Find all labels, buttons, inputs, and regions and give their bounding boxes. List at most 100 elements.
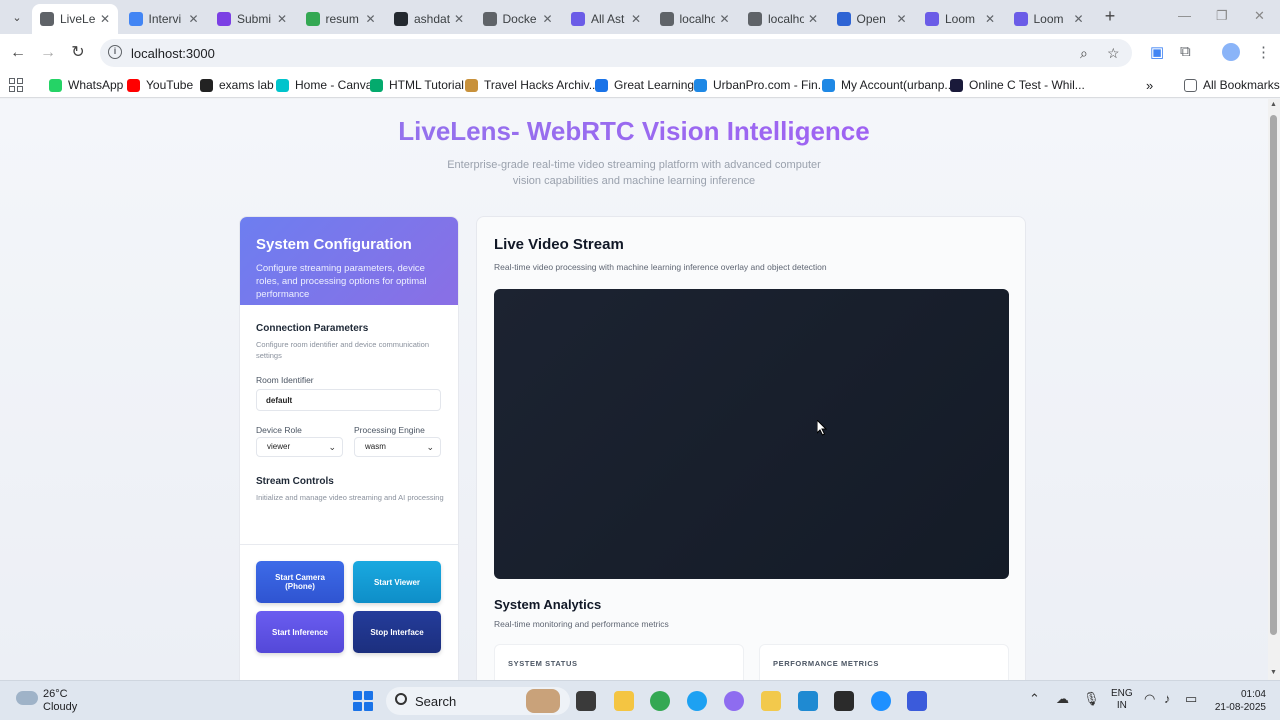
bookmark-item[interactable]: HTML Tutorial (370, 77, 464, 93)
bookmark-item[interactable]: Great Learning (595, 77, 694, 93)
extension-g-icon[interactable]: ▣ (1150, 43, 1164, 61)
browser-tab[interactable]: Docke ✕ (475, 4, 561, 34)
tab-close-icon[interactable]: ✕ (1073, 12, 1083, 26)
room-identifier-input[interactable] (256, 389, 441, 411)
wifi-icon[interactable]: ◠ (1144, 691, 1155, 707)
sticky-notes-icon[interactable] (761, 691, 781, 711)
stop-interface-label: Stop Interface (370, 627, 424, 637)
cloud-icon[interactable] (16, 691, 38, 705)
volume-icon[interactable]: ♪ (1164, 691, 1171, 706)
bookmark-item[interactable]: exams lab (200, 77, 274, 93)
browser-tab[interactable]: LiveLe ✕ (32, 4, 118, 34)
scroll-thumb[interactable] (1270, 115, 1277, 635)
docker-icon[interactable] (871, 691, 891, 711)
profile-avatar[interactable] (1222, 43, 1240, 61)
bookmark-item[interactable]: YouTube (127, 77, 193, 93)
tab-close-icon[interactable]: ✕ (808, 12, 818, 26)
all-bookmarks-button[interactable]: All Bookmarks (1184, 77, 1280, 93)
apps-grid-icon[interactable] (9, 78, 23, 92)
browser-tab[interactable]: Intervi ✕ (121, 4, 207, 34)
tab-favicon-icon (659, 12, 674, 26)
browser-tab[interactable]: Submi ✕ (209, 4, 295, 34)
browser-tab[interactable]: Open ✕ (829, 4, 915, 34)
bookmark-favicon-icon (465, 78, 478, 92)
browser-tab[interactable]: All Ast ✕ (563, 4, 649, 34)
windows-start-icon[interactable] (353, 691, 373, 711)
taskbar-search[interactable]: Search (386, 687, 570, 715)
reload-button[interactable]: ↻ (68, 43, 88, 63)
language-indicator[interactable]: ENG IN (1111, 688, 1133, 712)
microphone-icon[interactable]: 🎙 (1083, 691, 1100, 707)
start-viewer-button[interactable]: Start Viewer (353, 561, 441, 603)
zoom-icon[interactable]: ⌕ (1080, 45, 1088, 62)
system-clock[interactable]: 01:04 21-08-2025 (1212, 688, 1266, 714)
processing-engine-select[interactable]: wasm ⌄ (354, 437, 441, 457)
browser-menu-icon[interactable]: ⋮ (1256, 43, 1271, 61)
bookmark-star-icon[interactable]: ☆ (1107, 45, 1120, 62)
scroll-down-arrow-icon[interactable]: ▼ (1270, 669, 1277, 676)
address-bar[interactable]: i localhost:3000 ⌕ ☆ (100, 39, 1132, 67)
extensions-puzzle-icon[interactable]: ⧉ (1180, 43, 1191, 60)
language-code: ENG (1111, 688, 1133, 699)
vscode-icon[interactable] (798, 691, 818, 711)
tab-close-icon[interactable]: ✕ (188, 12, 198, 26)
scroll-up-arrow-icon[interactable]: ▲ (1270, 101, 1277, 108)
file-explorer-icon[interactable] (614, 691, 634, 711)
stream-controls-title: Stream Controls (256, 476, 334, 487)
back-button[interactable]: ← (8, 43, 28, 63)
new-tab-button[interactable]: + (1100, 6, 1120, 26)
browser-tab[interactable]: Loom ✕ (1006, 4, 1092, 34)
battery-icon[interactable]: ▭ (1185, 691, 1197, 707)
task-view-icon[interactable] (576, 691, 596, 711)
minimize-icon[interactable]: — (1178, 8, 1191, 23)
tab-close-icon[interactable]: ✕ (631, 12, 641, 26)
tab-close-icon[interactable]: ✕ (542, 12, 552, 26)
tab-close-icon[interactable]: ✕ (100, 12, 110, 26)
device-role-select[interactable]: viewer ⌄ (256, 437, 343, 457)
browser-tab[interactable]: localho ✕ (740, 4, 826, 34)
bookmark-item[interactable]: My Account(urbanp... (822, 77, 954, 93)
start-inference-button[interactable]: Start Inference (256, 611, 344, 653)
bookmark-item[interactable]: Online C Test - Whil... (950, 77, 1085, 93)
video-player[interactable] (494, 289, 1009, 579)
tab-search-button[interactable]: ⌄ (6, 7, 28, 27)
forward-button[interactable]: → (38, 43, 58, 63)
processing-engine-value: wasm (365, 442, 386, 451)
browser-tab[interactable]: ashdat ✕ (386, 4, 472, 34)
chrome-icon[interactable] (650, 691, 670, 711)
page-scrollbar[interactable]: ▲ ▼ (1268, 99, 1280, 680)
stop-interface-button[interactable]: Stop Interface (353, 611, 441, 653)
tab-close-icon[interactable]: ✕ (277, 12, 287, 26)
tab-close-icon[interactable]: ✕ (365, 12, 375, 26)
tab-favicon-icon (128, 12, 143, 26)
browser-toolbar: ← → ↻ i localhost:3000 ⌕ ☆ ▣ ⧉ ⋮ (0, 34, 1280, 72)
weather-temperature[interactable]: 26°C (43, 688, 68, 700)
show-hidden-icons-icon[interactable]: ⌃ (1029, 691, 1040, 707)
weather-condition[interactable]: Cloudy (43, 701, 77, 713)
onedrive-icon[interactable]: ☁ (1056, 691, 1069, 707)
start-camera-button[interactable]: Start Camera (Phone) (256, 561, 344, 603)
tab-close-icon[interactable]: ✕ (719, 12, 729, 26)
site-info-icon[interactable]: i (108, 45, 122, 59)
bookmark-item[interactable]: Home - Canva (276, 77, 372, 93)
tab-close-icon[interactable]: ✕ (985, 12, 995, 26)
copilot-icon[interactable] (724, 691, 744, 711)
bookmark-item[interactable]: UrbanPro.com - Fin... (694, 77, 828, 93)
tab-close-icon[interactable]: ✕ (896, 12, 906, 26)
tab-favicon-icon (748, 12, 762, 26)
browser-tab[interactable]: localho ✕ (652, 4, 738, 34)
browser-tab[interactable]: resum ✕ (298, 4, 384, 34)
powershell-icon[interactable] (907, 691, 927, 711)
terminal-icon[interactable] (834, 691, 854, 711)
start-inference-label: Start Inference (271, 627, 329, 637)
bookmark-item[interactable]: Travel Hacks Archiv... (465, 77, 599, 93)
clock-time: 01:04 (1240, 689, 1266, 700)
restore-icon[interactable]: ❐ (1216, 8, 1228, 24)
bookmark-item[interactable]: WhatsApp (49, 77, 123, 93)
tab-close-icon[interactable]: ✕ (454, 12, 464, 26)
browser-tab[interactable]: Loom ✕ (917, 4, 1003, 34)
close-window-icon[interactable]: ✕ (1254, 8, 1265, 24)
edge-icon[interactable] (687, 691, 707, 711)
bookmark-label: Travel Hacks Archiv... (484, 78, 599, 92)
more-bookmarks-chevron-icon[interactable]: » (1146, 77, 1153, 93)
